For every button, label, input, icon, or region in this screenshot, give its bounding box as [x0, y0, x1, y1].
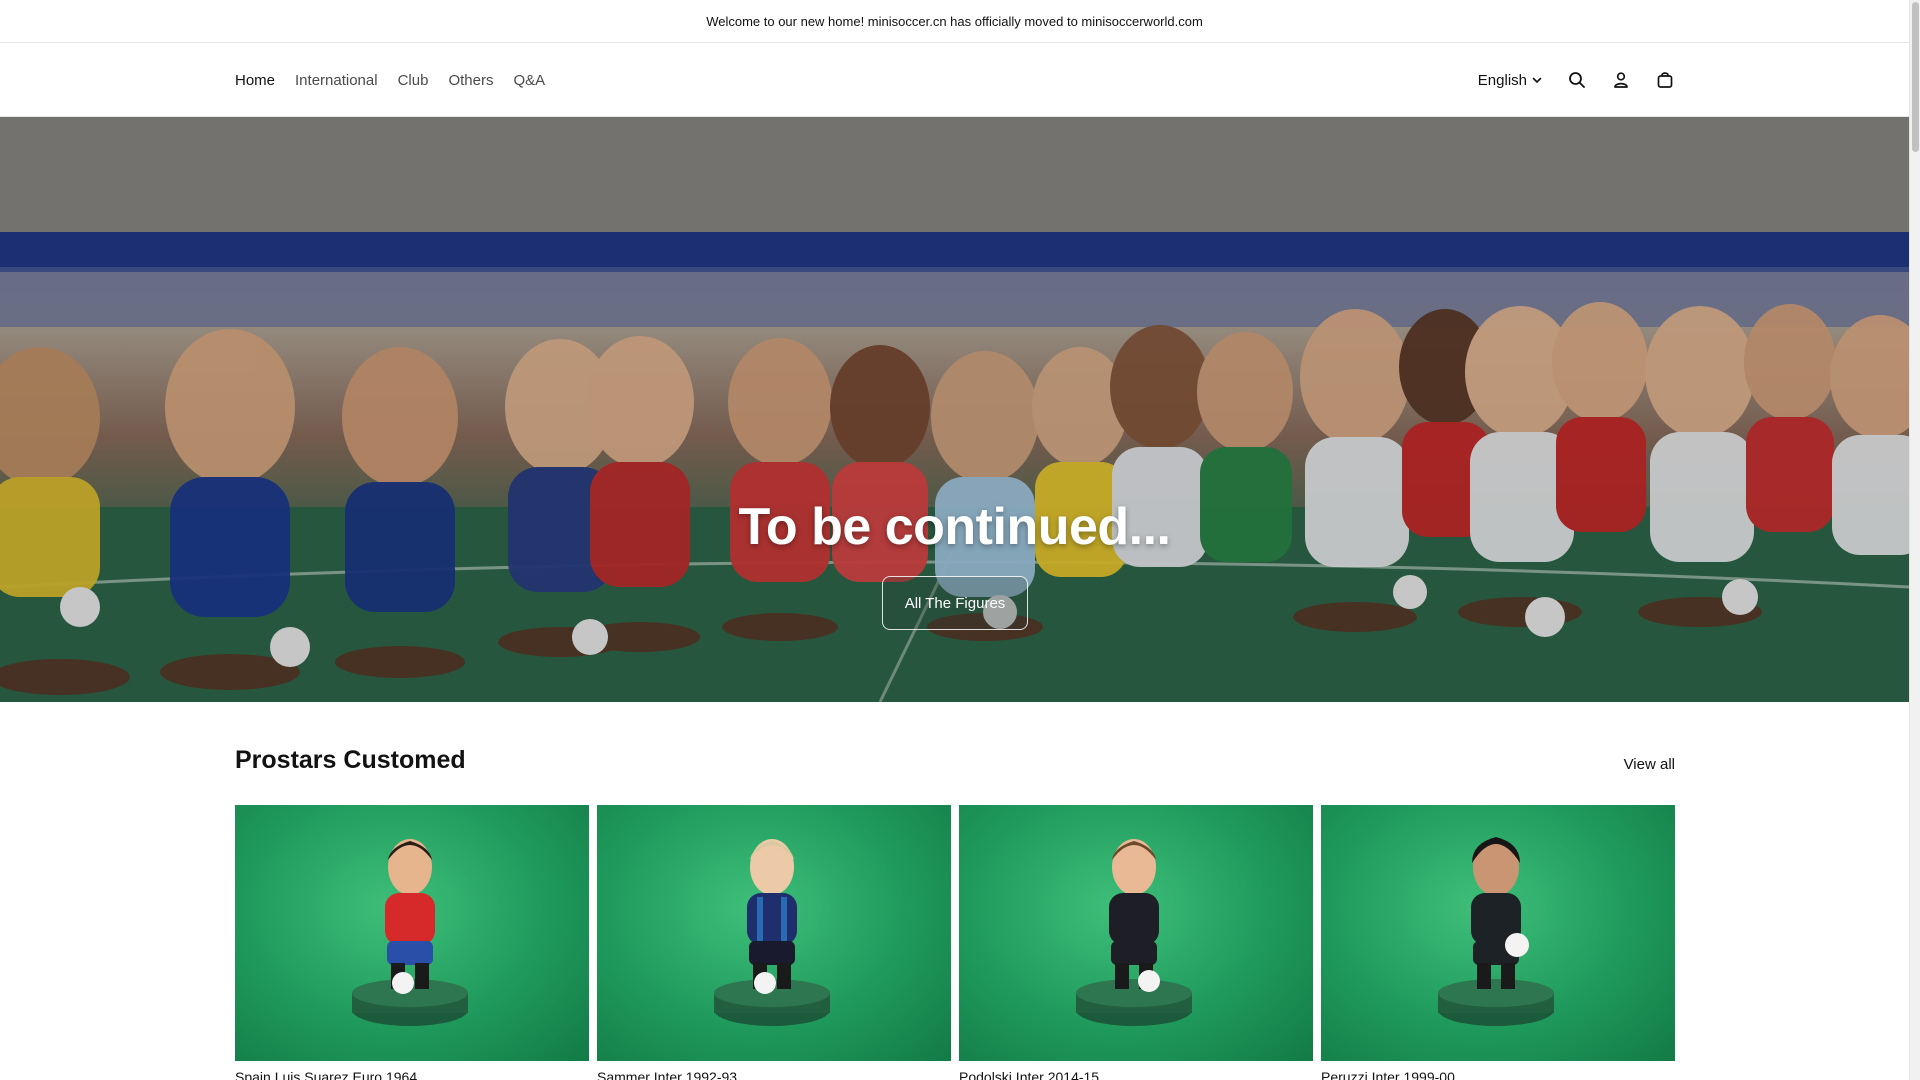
account-icon	[1614, 72, 1628, 88]
main-nav: Home International Club Others Q&A	[235, 43, 545, 117]
figure-illustration	[352, 839, 468, 1026]
search-button[interactable]	[1567, 70, 1587, 90]
search-icon	[1569, 72, 1585, 88]
product-title: Peruzzi Inter 1999-00	[1321, 1069, 1455, 1080]
product-card[interactable]: Sammer Inter 1992-93	[597, 805, 951, 1080]
page-scrollbar[interactable]	[1909, 0, 1920, 1080]
all-figures-button[interactable]: All The Figures	[882, 576, 1028, 630]
nav-item-international[interactable]: International	[295, 72, 378, 89]
product-image	[959, 805, 1313, 1061]
product-card[interactable]: Peruzzi Inter 1999-00	[1321, 805, 1675, 1080]
scrollbar-thumb[interactable]	[1912, 2, 1919, 152]
figure-illustration	[1076, 839, 1192, 1026]
nav-item-qa[interactable]: Q&A	[513, 72, 545, 89]
view-all-link[interactable]: View all	[1624, 756, 1675, 773]
collection-title: Prostars Customed	[235, 746, 466, 774]
figure-illustration	[1438, 837, 1554, 1026]
nav-item-club[interactable]: Club	[398, 72, 429, 89]
page: Welcome to our new home! minisoccer.cn h…	[0, 0, 1920, 1080]
announcement-bar: Welcome to our new home! minisoccer.cn h…	[0, 0, 1909, 43]
product-image	[1321, 805, 1675, 1061]
announcement-text: Welcome to our new home! minisoccer.cn h…	[706, 13, 1203, 29]
chevron-down-icon	[1532, 77, 1542, 83]
cart-button[interactable]	[1655, 70, 1675, 90]
language-selector[interactable]: English	[1478, 72, 1543, 89]
nav-item-home[interactable]: Home	[235, 72, 275, 89]
figure-illustration	[714, 839, 830, 1026]
product-image	[597, 805, 951, 1061]
product-grid: Spain Luis Suarez Euro 1964 Sammer Inter…	[235, 805, 1675, 1080]
hero-title: To be continued...	[738, 498, 1171, 556]
product-card[interactable]: Spain Luis Suarez Euro 1964	[235, 805, 589, 1080]
product-card[interactable]: Podolski Inter 2014-15	[959, 805, 1313, 1080]
product-title: Sammer Inter 1992-93	[597, 1069, 738, 1080]
product-title: Spain Luis Suarez Euro 1964	[235, 1069, 418, 1080]
header-actions: English	[1478, 43, 1675, 117]
language-label: English	[1477, 71, 1527, 89]
cart-icon	[1657, 72, 1673, 88]
hero-banner: To be continued... All The Figures	[0, 117, 1909, 702]
product-title: Podolski Inter 2014-15	[959, 1069, 1100, 1080]
product-image	[235, 805, 589, 1061]
site-header: Home International Club Others Q&A Engli…	[0, 43, 1909, 117]
nav-item-others[interactable]: Others	[448, 72, 493, 89]
account-button[interactable]	[1611, 70, 1631, 90]
